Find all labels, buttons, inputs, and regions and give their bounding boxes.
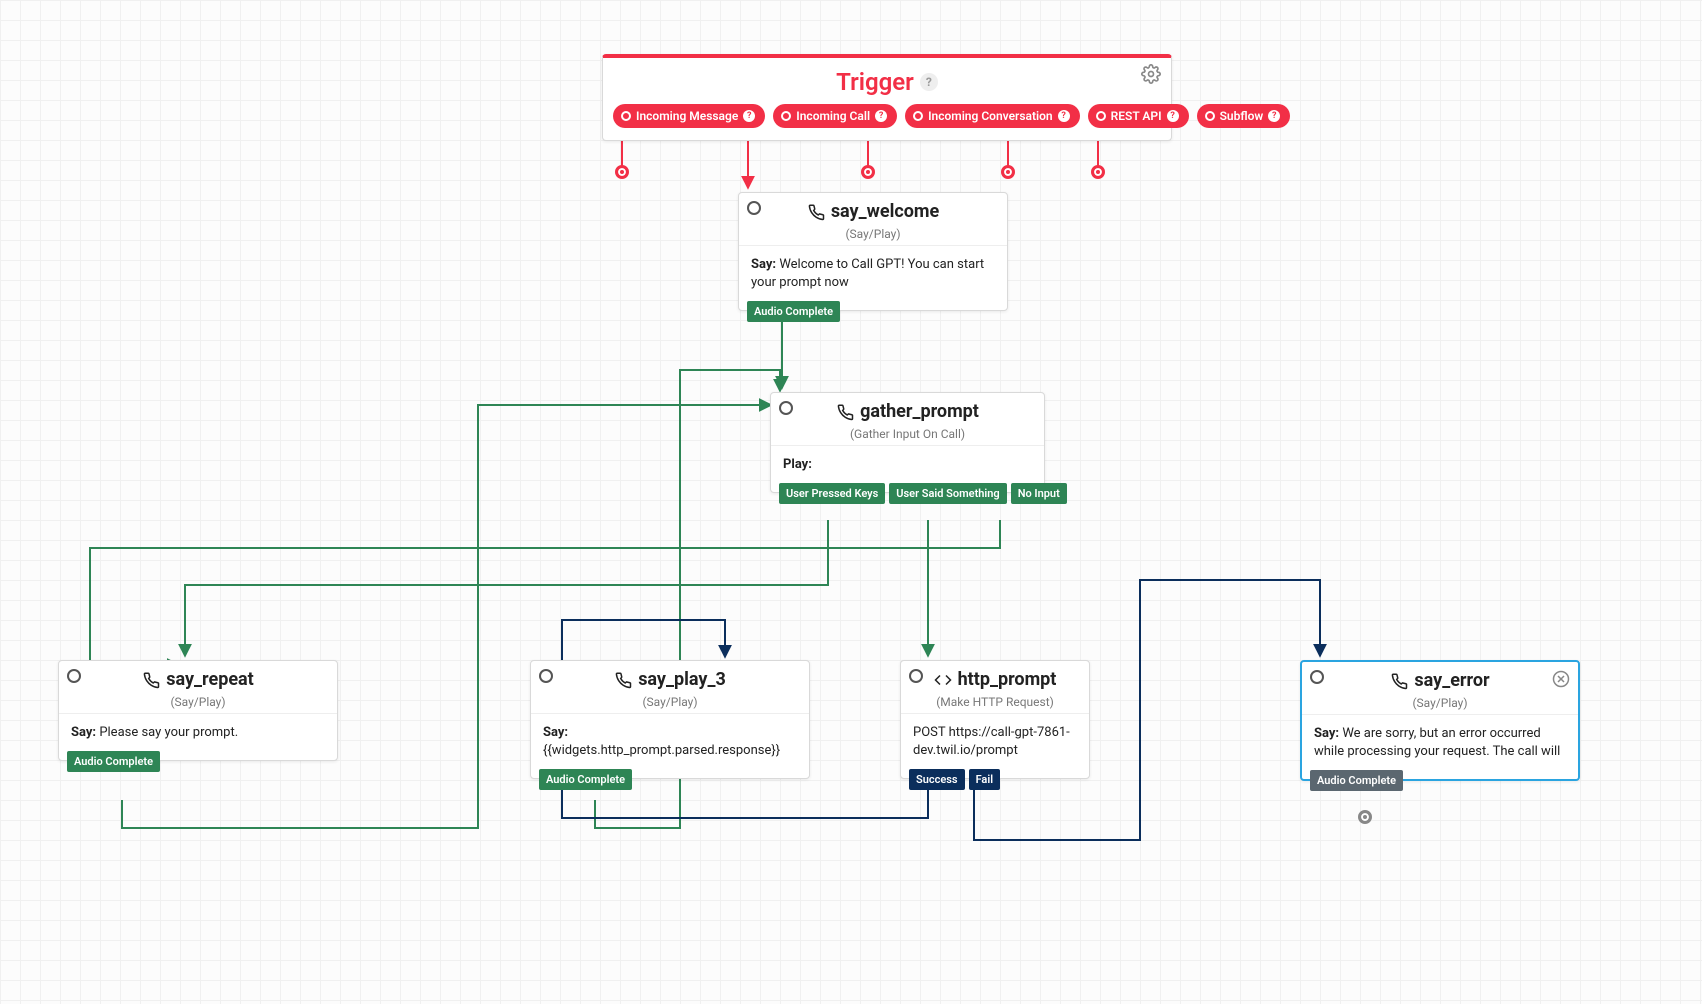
output-audio-complete[interactable]: Audio Complete (539, 769, 632, 790)
trigger-node[interactable]: Trigger ? Incoming Message? Incoming Cal… (602, 54, 1172, 141)
widget-title: say_play_3 (614, 669, 726, 690)
widget-title: gather_prompt (836, 401, 979, 422)
trigger-port-incoming-conversation[interactable] (861, 165, 875, 179)
output-user-said-something[interactable]: User Said Something (889, 483, 1006, 504)
trigger-event-rest-api[interactable]: REST API? (1088, 104, 1189, 128)
widget-title: http_prompt (934, 669, 1057, 690)
body-text: POST https://call-gpt-7861-dev.twil.io/p… (913, 725, 1070, 758)
widget-http-prompt[interactable]: http_prompt (Make HTTP Request) POST htt… (900, 660, 1090, 779)
widget-gather-prompt[interactable]: gather_prompt (Gather Input On Call) Pla… (770, 392, 1045, 493)
widget-title: say_repeat (142, 669, 254, 690)
body-text: {{widgets.http_prompt.parsed.response}} (543, 743, 780, 758)
widget-say-error[interactable]: say_error (Say/Play) Say: We are sorry, … (1300, 660, 1580, 781)
widget-type-text: (Say/Play) (1314, 696, 1566, 710)
body-label: Say: (1314, 726, 1339, 741)
widget-type-text: (Make HTTP Request) (913, 695, 1077, 709)
widget-name-text: http_prompt (958, 669, 1057, 690)
widget-title: say_welcome (807, 201, 939, 222)
trigger-title: Trigger ? (836, 68, 938, 96)
widget-name-text: say_play_3 (638, 669, 726, 690)
widget-say-play-3[interactable]: say_play_3 (Say/Play) Say: {{widgets.htt… (530, 660, 810, 779)
widget-type-text: (Say/Play) (71, 695, 325, 709)
output-audio-complete[interactable]: Audio Complete (1310, 770, 1403, 791)
widget-title: say_error (1390, 670, 1489, 691)
widget-name-text: say_error (1414, 670, 1489, 691)
output-fail[interactable]: Fail (969, 769, 1001, 790)
widget-say-repeat[interactable]: say_repeat (Say/Play) Say: Please say yo… (58, 660, 338, 761)
say-error-output-port[interactable] (1358, 810, 1372, 824)
trigger-events-row: Incoming Message? Incoming Call? Incomin… (603, 104, 1171, 140)
output-user-pressed-keys[interactable]: User Pressed Keys (779, 483, 885, 504)
widget-type-text: (Say/Play) (543, 695, 797, 709)
body-label: Say: (543, 725, 568, 740)
trigger-event-incoming-call[interactable]: Incoming Call? (773, 104, 897, 128)
trigger-port-incoming-message[interactable] (615, 165, 629, 179)
widget-type-text: (Gather Input On Call) (783, 427, 1032, 441)
help-icon[interactable]: ? (920, 73, 938, 91)
widget-name-text: gather_prompt (860, 401, 979, 422)
trigger-port-subflow[interactable] (1091, 165, 1105, 179)
output-no-input[interactable]: No Input (1011, 483, 1067, 504)
trigger-event-incoming-conversation[interactable]: Incoming Conversation? (905, 104, 1080, 128)
widget-name-text: say_welcome (831, 201, 939, 222)
output-audio-complete[interactable]: Audio Complete (747, 301, 840, 322)
trigger-event-subflow[interactable]: Subflow? (1197, 104, 1291, 128)
body-label: Say: (751, 257, 776, 272)
widget-name-text: say_repeat (166, 669, 254, 690)
body-text: We are sorry, but an error occurred whil… (1314, 726, 1560, 759)
output-audio-complete[interactable]: Audio Complete (67, 751, 160, 772)
widget-type-text: (Say/Play) (751, 227, 995, 241)
body-label: Play: (783, 457, 812, 472)
output-success[interactable]: Success (909, 769, 965, 790)
body-text: Please say your prompt. (99, 725, 238, 740)
gear-icon[interactable] (1141, 64, 1161, 88)
trigger-title-text: Trigger (836, 68, 914, 96)
body-label: Say: (71, 725, 96, 740)
body-text: Welcome to Call GPT! You can start your … (751, 257, 984, 290)
trigger-port-rest-api[interactable] (1001, 165, 1015, 179)
trigger-event-incoming-message[interactable]: Incoming Message? (613, 104, 765, 128)
widget-say-welcome[interactable]: say_welcome (Say/Play) Say: Welcome to C… (738, 192, 1008, 311)
